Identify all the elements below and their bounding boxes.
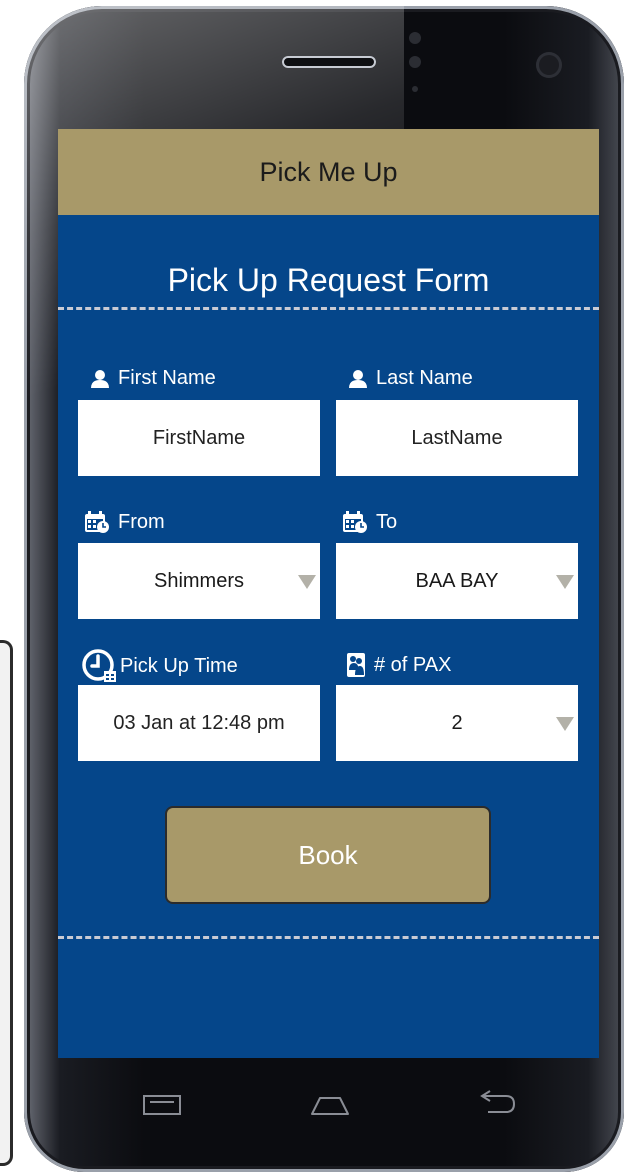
recent-apps-icon[interactable] [142,1094,182,1116]
phone-sensor [409,56,421,68]
back-icon[interactable] [476,1090,518,1116]
to-label-text: To [376,510,398,533]
divider-top [58,307,599,310]
app-screen: Pick Me Up Pick Up Request Form First Na… [58,129,599,1058]
to-dropdown-arrow-icon [556,575,574,589]
from-value: Shimmers [153,569,244,592]
pickup-time-label-text: Pick Up Time [120,654,238,677]
adjacent-device-edge [0,640,13,1166]
app-title: Pick Me Up [259,156,398,187]
first-name-label-text: First Name [118,367,216,389]
last-name-label-text: Last Name [376,367,473,389]
first-name-field[interactable]: FirstName [78,400,320,476]
from-dropdown-arrow-icon [298,575,316,589]
clock-icon [82,649,116,682]
pickup-time-value: 03 Jan at 12:48 pm [113,711,285,734]
from-label-text: From [118,510,165,533]
calendar-icon [343,511,367,533]
phone-speaker [282,56,376,68]
pax-value: 2 [451,711,463,734]
app-header: Pick Me Up [58,129,599,215]
from-label: From [84,510,165,534]
pax-label-text: # of PAX [374,653,452,676]
pax-label: # of PAX [346,652,451,678]
from-select[interactable]: Shimmers [78,543,320,619]
phone-camera [536,52,562,78]
last-name-label: Last Name [348,367,473,390]
calendar-icon [85,511,109,533]
pax-dropdown-arrow-icon [556,717,574,731]
first-name-placeholder: FirstName [152,426,246,449]
book-button-label: Book [298,839,358,870]
pickup-time-field[interactable]: 03 Jan at 12:48 pm [78,685,320,761]
form-title: Pick Up Request Form [167,262,490,298]
to-label: To [342,510,397,534]
pickup-time-label: Pick Up Time [82,649,238,683]
phone-sensor [409,32,421,44]
first-name-label: First Name [90,367,216,390]
person-icon [349,369,367,388]
to-value: BAA BAY [415,569,499,592]
people-icon [347,653,365,677]
to-select[interactable]: BAA BAY [336,543,578,619]
phone-sensor [412,86,418,92]
person-icon [91,369,109,388]
last-name-field[interactable]: LastName [336,400,578,476]
divider-bottom [58,936,599,939]
last-name-placeholder: LastName [411,426,503,449]
home-icon[interactable] [310,1092,350,1116]
pax-select[interactable]: 2 [336,685,578,761]
book-button[interactable]: Book [167,808,489,902]
